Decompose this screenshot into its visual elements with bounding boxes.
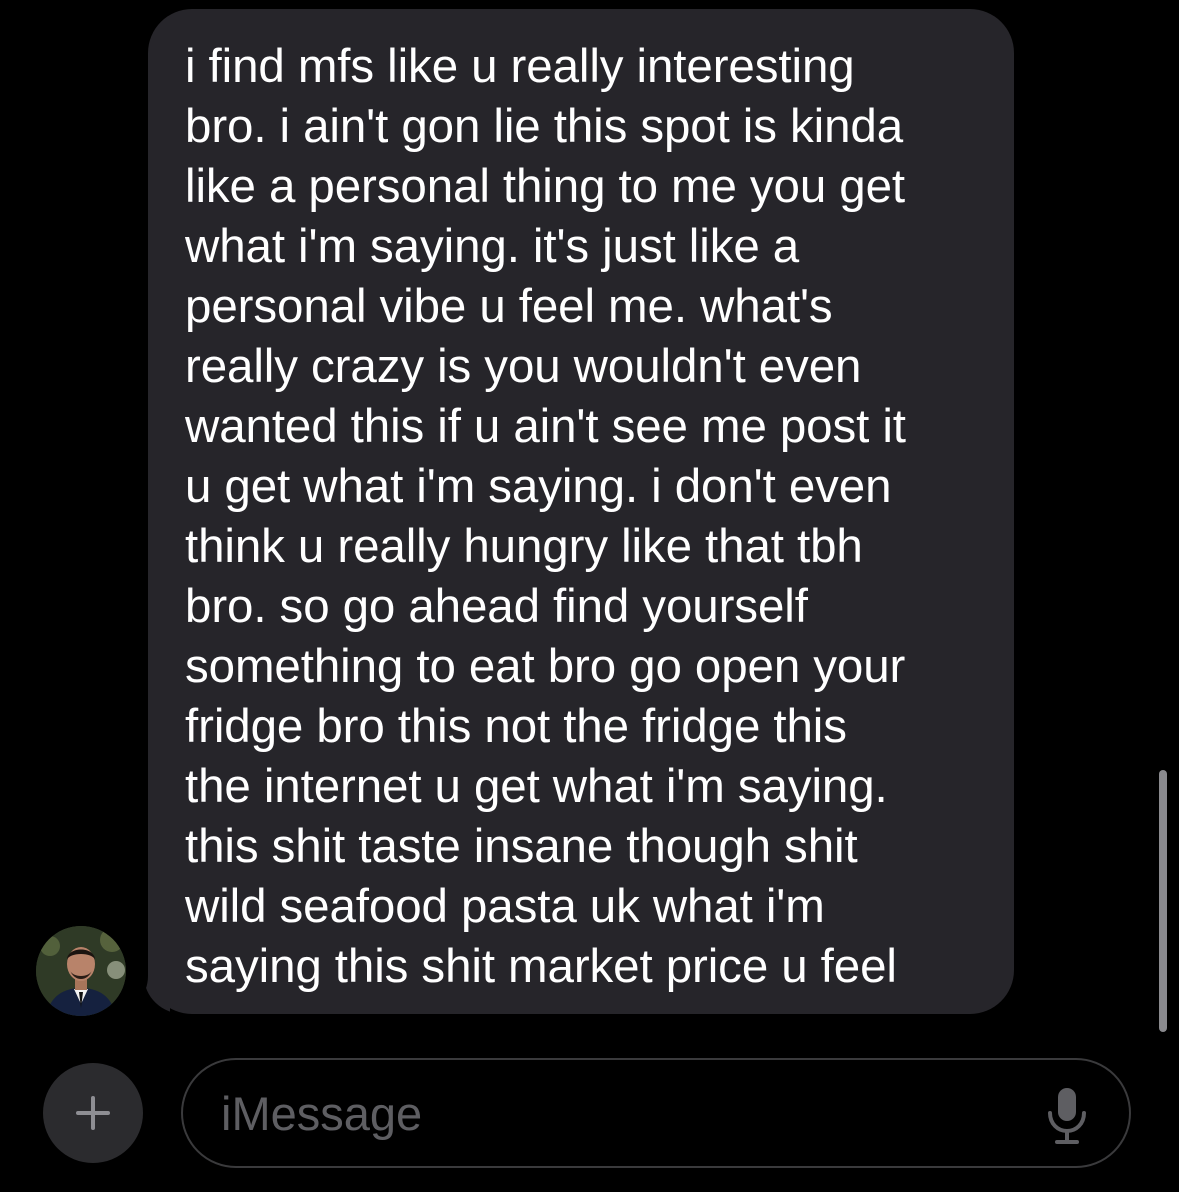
message-line: bro. i ain't gon lie this spot is kinda: [185, 100, 904, 153]
profile-photo-icon: [36, 926, 126, 1016]
message-line: this shit taste insane though shit: [185, 820, 858, 873]
message-bubble[interactable]: i find mfs like u really interesting bro…: [148, 9, 1014, 1014]
message-line: wanted this if u ain't see me post it: [185, 400, 906, 453]
sender-avatar[interactable]: [36, 926, 126, 1016]
message-line: something to eat bro go open your: [185, 640, 906, 693]
message-line: saying this shit market price u feel: [185, 940, 897, 993]
input-placeholder: iMessage: [221, 1087, 423, 1140]
message-input[interactable]: iMessage: [181, 1058, 1131, 1168]
add-attachment-button[interactable]: [43, 1063, 143, 1163]
message-line: i find mfs like u really interesting: [185, 40, 855, 93]
scrollbar[interactable]: [1159, 770, 1167, 1032]
message-line: personal vibe u feel me. what's: [185, 280, 833, 333]
message-line: fridge bro this not the fridge this: [185, 700, 847, 753]
microphone-icon[interactable]: [1045, 1086, 1089, 1146]
message-line: what i'm saying. it's just like a: [185, 220, 800, 273]
bubble-tail: [130, 970, 170, 1014]
message-line: bro. so go ahead find yourself: [185, 580, 808, 633]
message-line: think u really hungry like that tbh: [185, 520, 863, 573]
message-line: like a personal thing to me you get: [185, 160, 905, 213]
plus-icon: [76, 1096, 110, 1130]
message-line: u get what i'm saying. i don't even: [185, 460, 892, 513]
message-line: really crazy is you wouldn't even: [185, 340, 862, 393]
message-line: the internet u get what i'm saying.: [185, 760, 888, 813]
message-line: wild seafood pasta uk what i'm: [185, 880, 825, 933]
